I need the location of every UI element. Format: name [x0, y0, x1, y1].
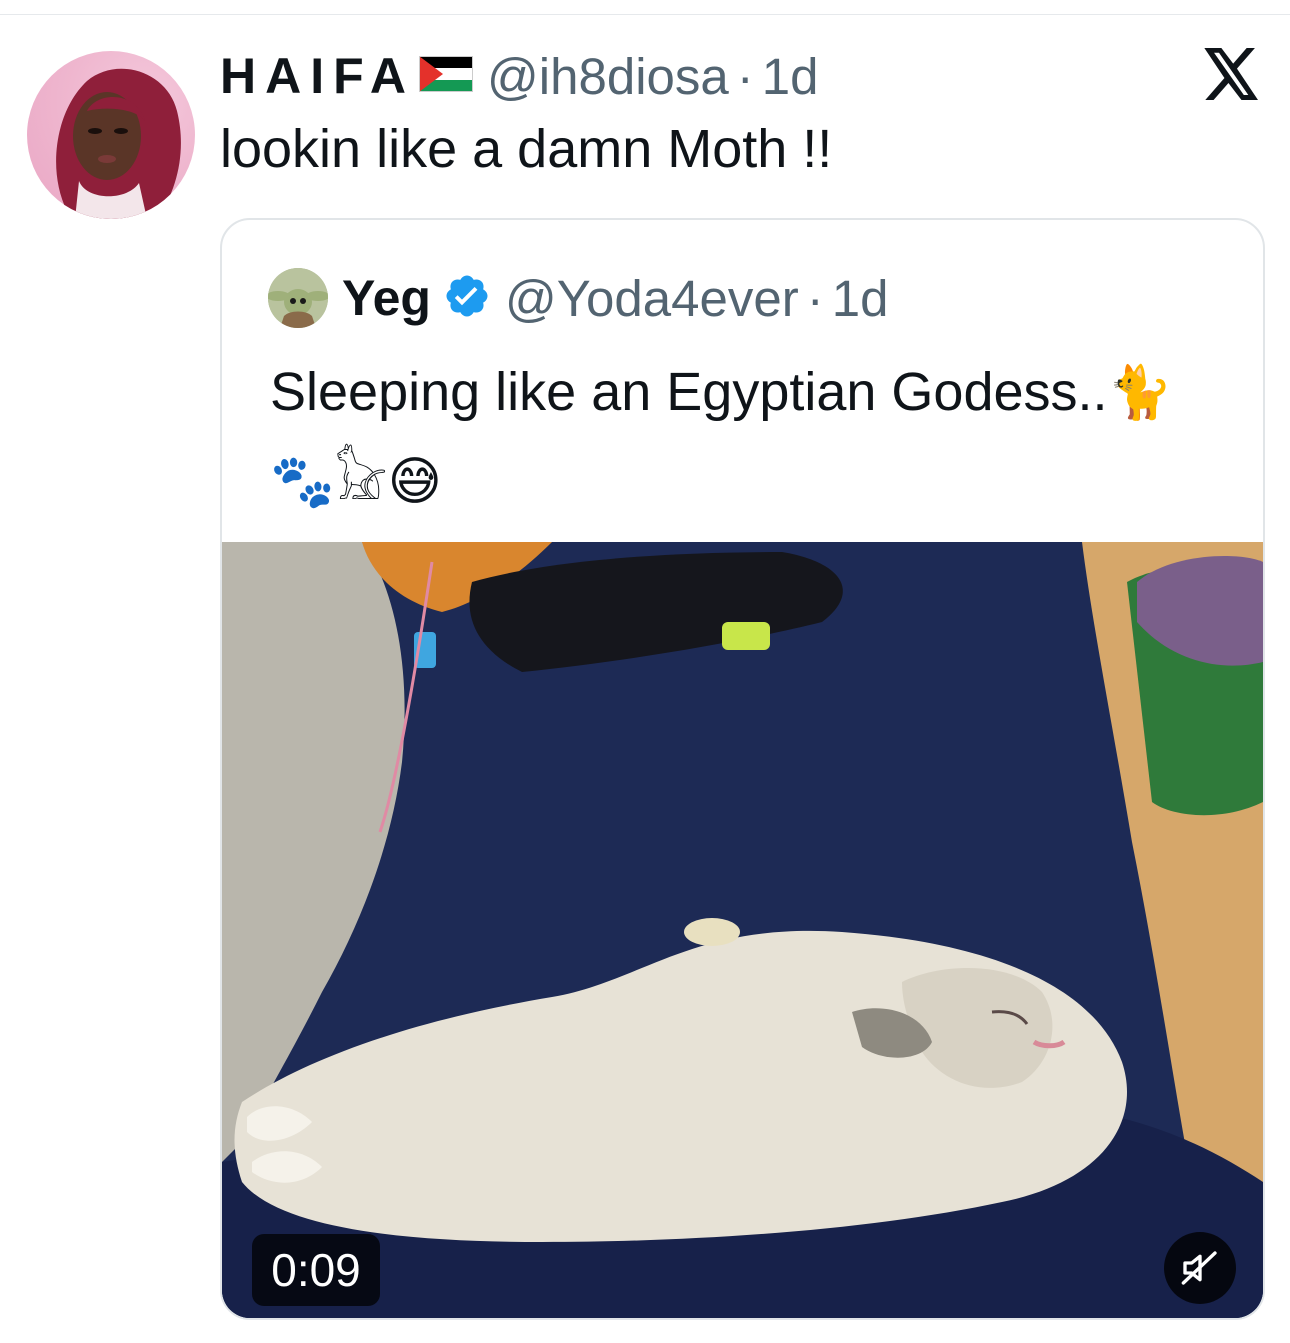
- palestine-flag-icon: [419, 55, 473, 97]
- tweet-timestamp[interactable]: 1d: [762, 47, 819, 106]
- quoted-tweet-header: Yeg @Yoda4ever · 1d: [342, 266, 888, 330]
- separator-dot: ·: [736, 47, 754, 105]
- author-handle[interactable]: @ih8diosa: [487, 47, 729, 106]
- sweat-smile-emoji: 😅: [387, 452, 442, 512]
- quoted-separator-dot: ·: [806, 269, 824, 327]
- quoted-tweet-text-line: Sleeping like an Egyptian Godess..: [270, 362, 1108, 422]
- tweet-text: lookin like a damn Moth !!: [220, 119, 833, 179]
- cat-emoji: 🐈: [1107, 363, 1173, 423]
- quoted-tweet-text: Sleeping like an Egyptian Godess..🐈 🐾𓃠😅: [270, 348, 1230, 526]
- video-player[interactable]: 0:09: [222, 542, 1263, 1318]
- video-frame: [222, 542, 1263, 1318]
- cat-hieroglyph-emoji: 𓃠: [334, 452, 388, 512]
- quoted-author-handle[interactable]: @Yoda4ever: [505, 269, 799, 328]
- quoted-tweet-card[interactable]: Yeg @Yoda4ever · 1d Sleeping like an Egy…: [220, 218, 1265, 1320]
- paw-prints-emoji: 🐾: [270, 452, 335, 512]
- author-display-name[interactable]: HAIFA: [220, 47, 415, 105]
- top-divider: [0, 14, 1290, 15]
- quoted-author-display-name[interactable]: Yeg: [342, 269, 431, 327]
- quoted-tweet-timestamp[interactable]: 1d: [832, 269, 889, 328]
- author-avatar[interactable]: [27, 51, 195, 219]
- video-duration-badge: 0:09: [252, 1234, 380, 1306]
- speaker-muted-icon: [1181, 1251, 1217, 1285]
- verified-badge-icon[interactable]: [443, 272, 491, 325]
- mute-toggle-button[interactable]: [1164, 1232, 1236, 1304]
- x-logo-icon[interactable]: [1203, 48, 1261, 100]
- tweet-header: HAIFA @ih8diosa · 1d: [220, 44, 818, 108]
- quoted-author-avatar[interactable]: [268, 268, 328, 328]
